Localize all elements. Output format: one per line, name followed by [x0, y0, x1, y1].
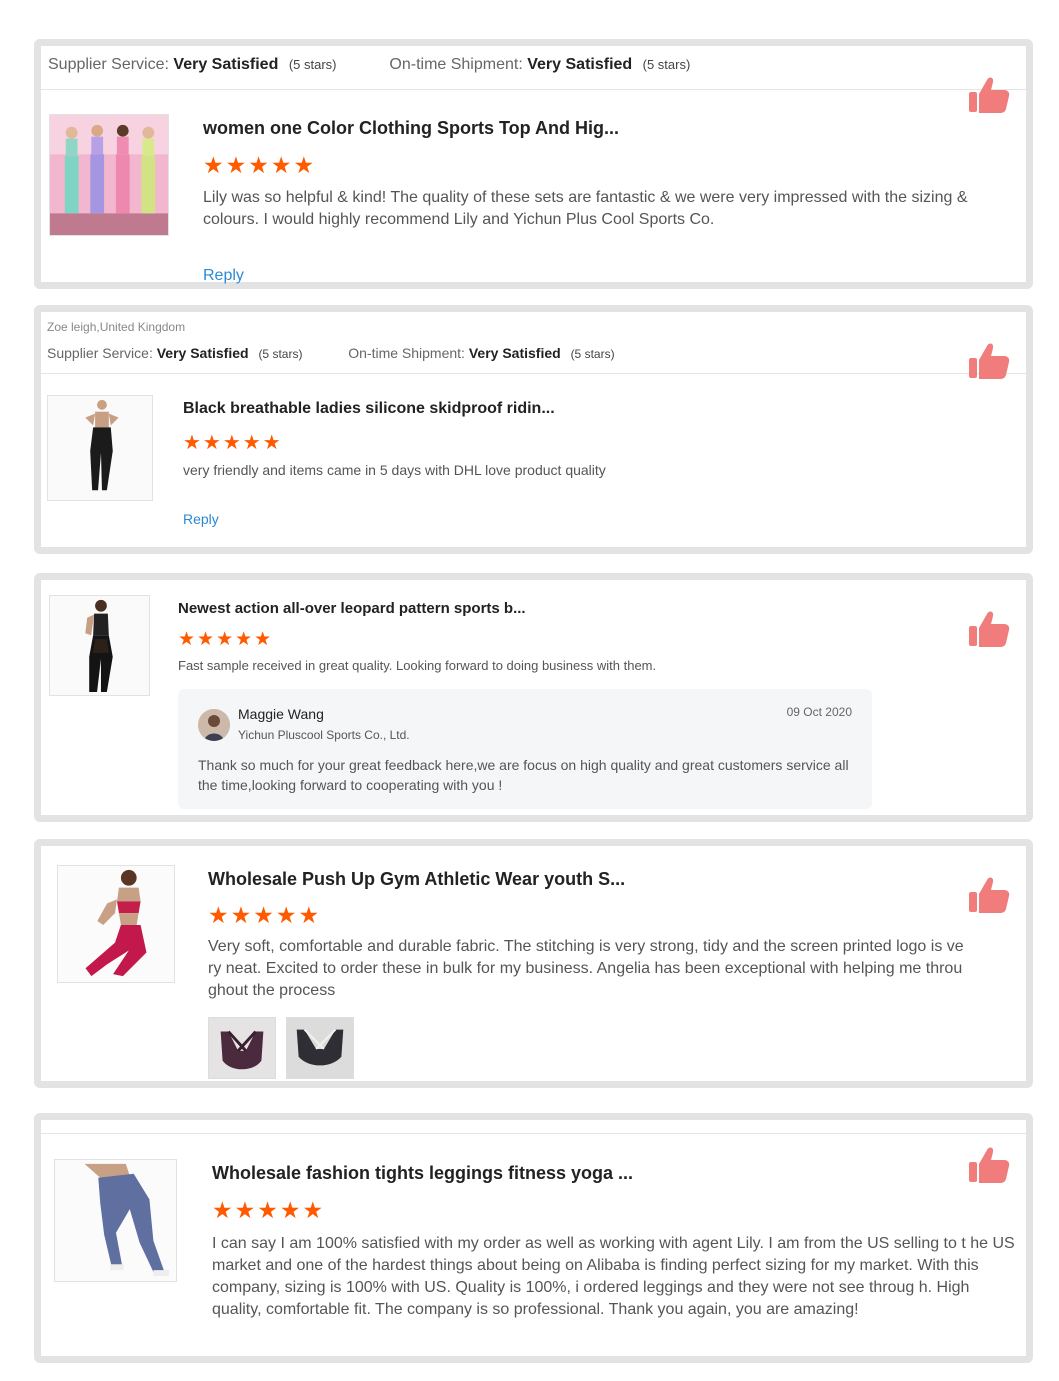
thumb-up-icon[interactable] [967, 606, 1011, 650]
divider [41, 373, 1026, 374]
star-rating: ★★★★★ [203, 152, 317, 178]
review-text: I can say I am 100% satisfied with my or… [212, 1235, 1015, 1319]
product-title[interactable]: Newest action all-over leopard pattern s… [178, 600, 526, 617]
product-image[interactable] [49, 114, 169, 236]
product-image[interactable] [47, 395, 153, 501]
product-title[interactable]: Wholesale fashion tights leggings fitnes… [212, 1163, 633, 1184]
supplier-reply: Maggie Wang Yichun Pluscool Sports Co., … [178, 689, 872, 809]
star-rating: ★★★★★ [183, 432, 283, 454]
rating-summary: Supplier Service: Very Satisfied (5 star… [48, 56, 690, 74]
thumb-up-icon[interactable] [967, 338, 1011, 382]
supplier-service-label: Supplier Service: [47, 345, 153, 361]
thumb-up-icon[interactable] [967, 872, 1011, 916]
reviewer-name: Zoe leigh,United Kingdom [47, 320, 186, 334]
product-image[interactable] [49, 595, 150, 696]
reply-link[interactable]: Reply [203, 267, 244, 285]
product-title[interactable]: women one Color Clothing Sports Top And … [203, 118, 619, 139]
star-rating: ★★★★★ [212, 1197, 326, 1223]
supplier-service-stars: (5 stars) [258, 347, 303, 361]
product-title[interactable]: Black breathable ladies silicone skidpro… [183, 400, 555, 418]
reply-link[interactable]: Reply [183, 511, 219, 527]
review-photo[interactable] [286, 1017, 354, 1079]
shipment-stars: (5 stars) [570, 347, 615, 361]
reply-text: Thank so much for your great feedback he… [198, 757, 849, 793]
star-rating: ★★★★★ [178, 629, 274, 650]
supplier-service-label: Supplier Service: [48, 56, 169, 73]
reply-author-name: Maggie Wang [238, 706, 324, 722]
reply-date: 09 Oct 2020 [786, 705, 852, 719]
rating-summary: Supplier Service: Very Satisfied (5 star… [47, 345, 615, 361]
review-card: Supplier Service: Very Satisfied (5 star… [34, 39, 1033, 289]
review-text: Fast sample received in great quality. L… [178, 658, 657, 673]
shipment-label: On-time Shipment: [389, 56, 523, 73]
supplier-service-value: Very Satisfied [156, 345, 249, 361]
divider [41, 89, 1026, 90]
thumb-up-icon[interactable] [967, 72, 1011, 116]
review-photo[interactable] [208, 1017, 276, 1079]
thumb-up-icon[interactable] [967, 1142, 1011, 1186]
review-card: Zoe leigh,United Kingdom Supplier Servic… [34, 305, 1033, 554]
product-image[interactable] [57, 865, 175, 983]
shipment-stars: (5 stars) [642, 57, 691, 72]
avatar [198, 709, 230, 741]
product-title[interactable]: Wholesale Push Up Gym Athletic Wear yout… [208, 869, 625, 890]
divider [41, 1133, 1026, 1134]
review-card: Newest action all-over leopard pattern s… [34, 573, 1033, 822]
supplier-service-stars: (5 stars) [288, 57, 337, 72]
star-rating: ★★★★★ [208, 902, 322, 928]
reply-company: Yichun Pluscool Sports Co., Ltd. [238, 728, 410, 742]
review-text: Lily was so helpful & kind! The quality … [203, 189, 968, 229]
review-card: Wholesale Push Up Gym Athletic Wear yout… [34, 839, 1033, 1088]
shipment-label: On-time Shipment: [348, 345, 465, 361]
review-text: very friendly and items came in 5 days w… [183, 462, 606, 478]
product-image[interactable] [54, 1159, 177, 1282]
supplier-service-value: Very Satisfied [173, 56, 279, 73]
review-text: Very soft, comfortable and durable fabri… [208, 938, 964, 1000]
shipment-value: Very Satisfied [527, 56, 633, 73]
shipment-value: Very Satisfied [468, 345, 561, 361]
review-card: Wholesale fashion tights leggings fitnes… [34, 1113, 1033, 1363]
